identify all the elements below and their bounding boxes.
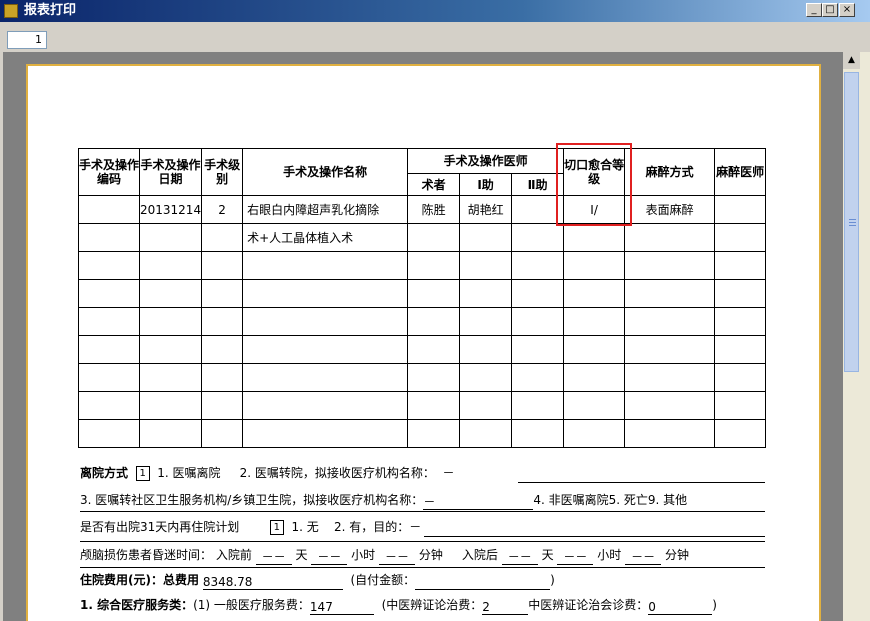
divider — [80, 511, 765, 512]
header-name: 手术及操作名称 — [242, 148, 409, 196]
table-row — [78, 307, 767, 336]
readmit-value-box: 1 — [269, 520, 284, 535]
cell-level: 2 — [201, 195, 244, 224]
header-code: 手术及操作编码 — [78, 148, 140, 196]
readmit-opt2: 2. 有，目的： — [333, 520, 410, 534]
close-button[interactable]: × — [839, 3, 855, 17]
table-row — [78, 363, 767, 392]
transfer-value: － — [423, 495, 534, 510]
discharge-value-box: 1 — [135, 466, 150, 481]
coma-before-hours: －－ — [311, 550, 348, 565]
scroll-up-arrow-icon[interactable]: ▲ — [843, 52, 860, 69]
readmit-line: 是否有出院31天内再住院计划 1 1. 无 2. 有，目的：－ — [80, 517, 421, 537]
coma-before-days: －－ — [255, 550, 292, 565]
surgery-table: 手术及操作编码 手术及操作日期 手术级别 手术及操作名称 手术及操作医师 切口愈… — [78, 148, 767, 448]
service-label: 1. 综合医疗服务类： — [80, 598, 194, 612]
cell-code — [78, 195, 140, 224]
title-bar: 报表打印 _ □ × — [0, 0, 870, 22]
cost-line: 住院费用(元)：总费用 8348.78 (自付金额：) — [80, 570, 555, 590]
cell-name: 右眼白内障超声乳化摘除 — [242, 195, 409, 224]
unit-day: 天 — [295, 548, 308, 562]
coma-after-mins: －－ — [625, 550, 662, 565]
table-row: 术+人工晶体植入术 — [78, 223, 767, 252]
service-value2: 2 — [482, 600, 529, 615]
table-row — [78, 335, 767, 364]
unit-minute: 分钟 — [664, 548, 689, 562]
divider — [80, 541, 765, 542]
table-row — [78, 391, 767, 420]
cell-date: 20131214 — [138, 195, 203, 224]
discharge-line: 离院方式 1 1. 医嘱离院 2. 医嘱转院，拟接收医疗机构名称： － — [80, 463, 455, 483]
coma-text: 颅脑损伤患者昏迷时间： 入院前 — [80, 548, 252, 562]
vertical-scrollbar[interactable]: ▲ — [843, 52, 860, 621]
window-title: 报表打印 — [24, 3, 77, 18]
table-row — [78, 419, 767, 448]
header-date: 手术及操作日期 — [138, 148, 203, 196]
grip-line — [849, 222, 856, 223]
header-level: 手术级别 — [201, 148, 244, 196]
header-doctors: 手术及操作医师 — [407, 148, 565, 174]
discharge-label: 离院方式 — [80, 466, 129, 480]
unit-hour: 小时 — [597, 548, 622, 562]
header-asst1: Ⅰ助 — [459, 173, 513, 196]
readmit-opt1: 1. 无 — [291, 520, 319, 534]
minimize-button[interactable]: _ — [806, 3, 822, 17]
discharge-opt2-value: － — [442, 466, 455, 480]
unit-minute: 分钟 — [418, 548, 443, 562]
service-line: 1. 综合医疗服务类：(1) 一般医疗服务费：147 (中医辨证论治费：2 中医辨… — [80, 595, 717, 615]
underline — [518, 482, 765, 483]
scroll-thumb[interactable] — [844, 72, 859, 372]
header-anesthesia: 麻醉方式 — [624, 148, 716, 196]
app-icon — [4, 4, 18, 18]
readmit-text: 是否有出院31天内再住院计划 — [80, 520, 240, 534]
highlight-box — [556, 143, 632, 226]
table-row — [78, 251, 767, 280]
unit-day: 天 — [541, 548, 554, 562]
cell-anesthesia: 表面麻醉 — [624, 195, 716, 224]
readmit-value: － — [409, 520, 422, 534]
coma-after-hours: －－ — [557, 550, 594, 565]
right-panel-edge — [860, 52, 870, 621]
self-pay-label: (自付金额： — [350, 573, 416, 587]
service-item2: (中医辨证论治费： — [381, 598, 483, 612]
cell-anesthetist — [714, 195, 767, 224]
service-item1: (1) 一般医疗服务费： — [193, 598, 310, 612]
toolbar: 1 — [0, 22, 870, 52]
coma-after-label: 入院后 — [461, 548, 498, 562]
grip-line — [849, 219, 856, 220]
cell-asst1: 胡艳红 — [459, 195, 513, 224]
table-row: 20131214 2 右眼白内障超声乳化摘除 陈胜 胡艳红 Ⅰ/ 表面麻醉 — [78, 195, 767, 224]
unit-hour: 小时 — [351, 548, 376, 562]
service-value1: 147 — [309, 600, 374, 615]
service-close: ) — [712, 598, 717, 612]
grip-line — [849, 225, 856, 226]
service-value3: 0 — [648, 600, 713, 615]
maximize-button[interactable]: □ — [822, 3, 838, 17]
table-row — [78, 279, 767, 308]
header-anesthetist: 麻醉医师 — [714, 148, 767, 196]
cost-label: 住院费用(元)：总费用 — [80, 573, 199, 587]
coma-line: 颅脑损伤患者昏迷时间： 入院前 －－ 天 －－ 小时 －－ 分钟 入院后 －－ … — [80, 545, 689, 565]
self-pay-value — [415, 589, 551, 590]
divider — [80, 567, 765, 568]
self-pay-close: ) — [550, 573, 555, 587]
cell-surgeon: 陈胜 — [407, 195, 461, 224]
coma-before-mins: －－ — [379, 550, 415, 565]
discharge-opt1: 1. 医嘱离院 — [157, 466, 221, 480]
header-surgeon: 术者 — [407, 173, 461, 196]
transfer-text: 3. 医嘱转社区卫生服务机构/乡镇卫生院，拟接收医疗机构名称： — [80, 493, 424, 507]
coma-after-days: －－ — [501, 550, 538, 565]
total-cost: 8348.78 — [202, 575, 343, 590]
cell-name-cont: 术+人工晶体植入术 — [242, 223, 409, 252]
discharge-opt2: 2. 医嘱转院，拟接收医疗机构名称： — [239, 466, 435, 480]
service-item3: 中医辨证论治会诊费： — [528, 598, 649, 612]
transfer-rest: 4. 非医嘱离院5. 死亡9. 其他 — [533, 493, 688, 507]
transfer-line: 3. 医嘱转社区卫生服务机构/乡镇卫生院，拟接收医疗机构名称：－ 4. 非医嘱离院… — [80, 490, 687, 510]
page-number-input[interactable]: 1 — [7, 31, 47, 49]
underline — [424, 536, 765, 537]
